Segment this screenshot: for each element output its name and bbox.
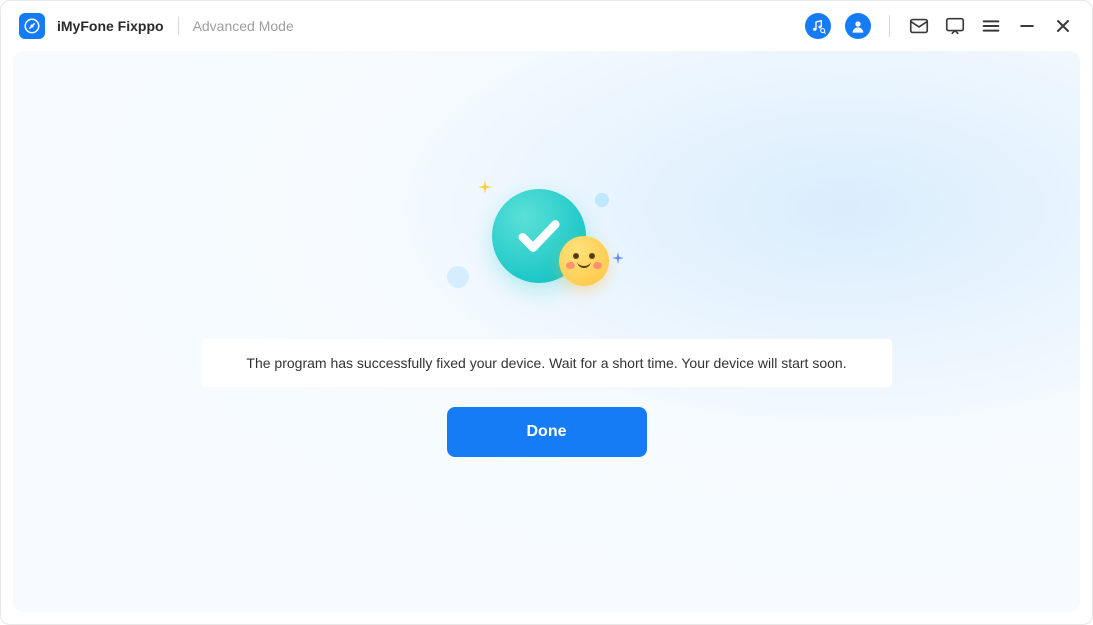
sparkle-yellow-icon <box>477 179 493 200</box>
content-area: The program has successfully fixed your … <box>13 51 1080 612</box>
close-icon[interactable] <box>1052 15 1074 37</box>
app-title: iMyFone Fixppo <box>57 18 164 34</box>
actions-divider <box>889 15 890 37</box>
decor-dot-blue-small <box>595 193 609 207</box>
feedback-icon[interactable] <box>944 15 966 37</box>
menu-icon[interactable] <box>980 15 1002 37</box>
music-search-icon[interactable] <box>805 13 831 39</box>
decor-dot-blue-large <box>447 266 469 288</box>
account-icon[interactable] <box>845 13 871 39</box>
app-logo-icon <box>19 13 45 39</box>
titlebar-actions <box>805 13 1074 39</box>
done-button[interactable]: Done <box>447 407 647 457</box>
success-message: The program has successfully fixed your … <box>202 339 892 387</box>
mode-label: Advanced Mode <box>193 18 294 34</box>
mail-icon[interactable] <box>908 15 930 37</box>
app-window: iMyFone Fixppo Advanced Mode <box>0 0 1093 625</box>
sparkle-blue-icon <box>611 251 625 270</box>
smiley-icon <box>559 236 609 286</box>
minimize-icon[interactable] <box>1016 15 1038 37</box>
titlebar: iMyFone Fixppo Advanced Mode <box>1 1 1092 51</box>
title-divider <box>178 17 179 35</box>
success-illustration <box>447 181 647 321</box>
